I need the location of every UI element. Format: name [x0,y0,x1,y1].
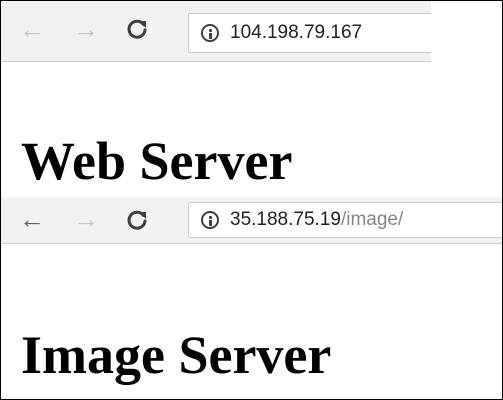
back-arrow-icon[interactable]: ← [19,206,45,232]
url-host: 35.188.75.19 [230,209,341,230]
browser-toolbar-image-server: ← → 35.188.75.19/image/ [1,197,502,244]
url-path: /image/ [340,209,404,230]
page-title-image-server: Image Server [21,325,332,385]
reload-icon[interactable] [125,208,149,232]
screenshot-frame: ← → 104.198.79.167 Web Server ← → 35.188… [0,0,503,400]
back-arrow-icon[interactable]: ← [19,16,45,42]
reload-icon[interactable] [125,17,149,41]
forward-arrow-icon[interactable]: → [73,206,99,232]
forward-arrow-icon[interactable]: → [73,16,99,42]
info-icon[interactable] [201,24,219,42]
browser-toolbar-web-server: ← → 104.198.79.167 [1,1,431,62]
url-host: 104.198.79.167 [230,22,363,43]
url-text[interactable]: 35.188.75.19/image/ [230,209,403,231]
url-text[interactable]: 104.198.79.167 [230,22,362,44]
info-icon[interactable] [201,211,219,229]
address-bar[interactable]: 35.188.75.19/image/ [188,202,502,238]
address-bar[interactable]: 104.198.79.167 [188,13,431,53]
page-title-web-server: Web Server [21,131,293,191]
